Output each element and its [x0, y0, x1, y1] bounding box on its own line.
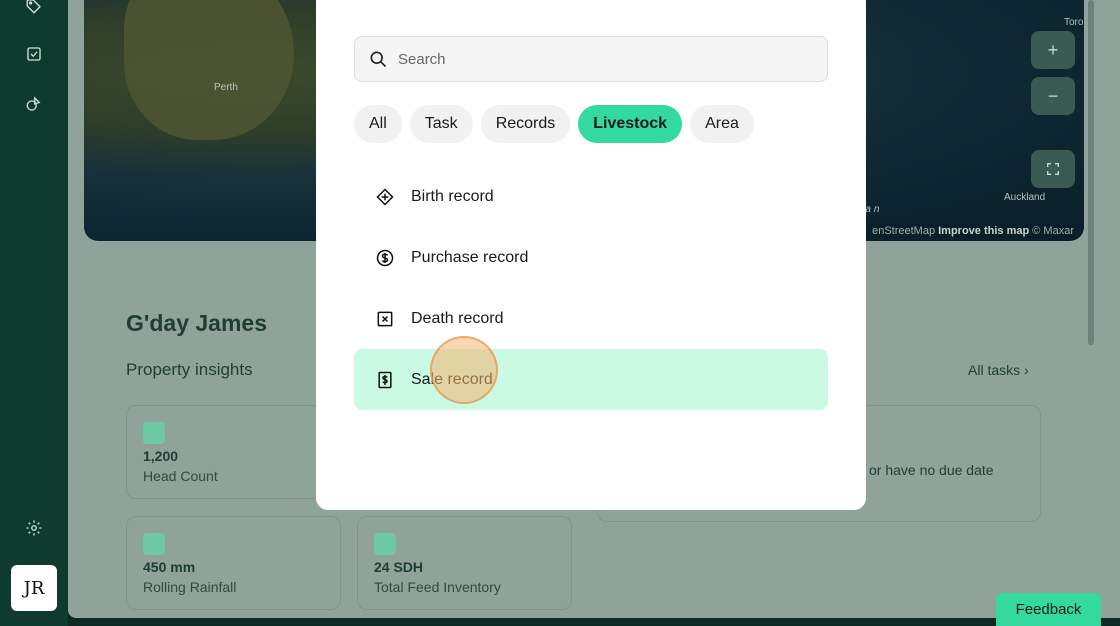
map-attribution: enStreetMap Improve this map © Maxar	[868, 224, 1078, 238]
chip-records[interactable]: Records	[480, 105, 571, 143]
tag-icon[interactable]	[22, 0, 46, 18]
checkbox-icon[interactable]	[22, 42, 46, 66]
item-label: Death record	[411, 309, 504, 327]
rainfall-card[interactable]: 450 mm Rolling Rainfall	[126, 516, 341, 610]
chip-task[interactable]: Task	[409, 105, 473, 143]
chip-area[interactable]: Area	[690, 105, 754, 143]
search-box[interactable]	[354, 36, 828, 82]
tasks-empty-text: or have no due date	[869, 462, 994, 478]
card-value: 24 SDH	[374, 559, 424, 575]
sidebar: JR	[0, 0, 68, 626]
map-city-label: Auckland	[1004, 192, 1046, 203]
filter-chips: All Task Records Livestock Area	[354, 105, 754, 143]
card-badge	[143, 533, 165, 555]
search-input[interactable]	[398, 50, 798, 68]
card-label: Rolling Rainfall	[143, 579, 237, 595]
zoom-out-button[interactable]: −	[1031, 77, 1075, 115]
avatar[interactable]: JR	[11, 565, 57, 611]
expand-icon	[1047, 163, 1059, 175]
sale-record-item[interactable]: Sale record	[354, 349, 828, 410]
card-value: 450 mm	[143, 559, 196, 575]
card-value: 1,200	[143, 448, 179, 464]
attribution-suffix: © Maxar	[1032, 225, 1074, 237]
item-label: Birth record	[411, 187, 494, 205]
diamond-plus-icon	[374, 186, 396, 208]
zoom-in-button[interactable]: +	[1031, 31, 1075, 69]
purchase-record-item[interactable]: Purchase record	[354, 227, 828, 288]
map-city-label: Perth	[214, 82, 238, 93]
all-tasks-label: All tasks	[968, 362, 1021, 378]
attribution-prefix: enStreetMap	[872, 225, 936, 237]
feed-inventory-card[interactable]: 24 SDH Total Feed Inventory	[357, 516, 572, 610]
head-count-card[interactable]: 1,200 Head Count	[126, 405, 341, 499]
death-record-item[interactable]: Death record	[354, 288, 828, 349]
greeting: G'day James	[126, 310, 267, 336]
map-city-label: Toro	[1064, 17, 1084, 28]
all-tasks-link[interactable]: All tasks ›	[968, 362, 1029, 378]
create-record-modal: All Task Records Livestock Area Birth re…	[316, 0, 866, 510]
insights-title: Property insights	[126, 360, 253, 379]
fullscreen-button[interactable]	[1031, 150, 1075, 188]
gear-icon[interactable]	[22, 516, 46, 540]
card-badge	[143, 422, 165, 444]
card-badge	[374, 533, 396, 555]
birth-record-item[interactable]: Birth record	[354, 166, 828, 227]
item-label: Purchase record	[411, 248, 529, 266]
card-label: Head Count	[143, 468, 218, 484]
map-landmass	[124, 0, 294, 140]
feedback-button[interactable]: Feedback	[996, 593, 1101, 626]
search-icon	[370, 51, 387, 68]
item-label: Sale record	[411, 370, 493, 388]
chevron-right-icon: ›	[1024, 362, 1029, 378]
card-label: Total Feed Inventory	[374, 579, 501, 595]
dollar-receipt-icon	[374, 369, 396, 391]
x-square-icon	[374, 308, 396, 330]
chip-livestock[interactable]: Livestock	[578, 105, 683, 143]
chip-all[interactable]: All	[354, 105, 402, 143]
shapes-icon[interactable]	[22, 92, 46, 116]
improve-map-link[interactable]: Improve this map	[938, 225, 1029, 237]
scrollbar[interactable]	[1088, 0, 1094, 345]
dollar-circle-icon	[374, 247, 396, 269]
